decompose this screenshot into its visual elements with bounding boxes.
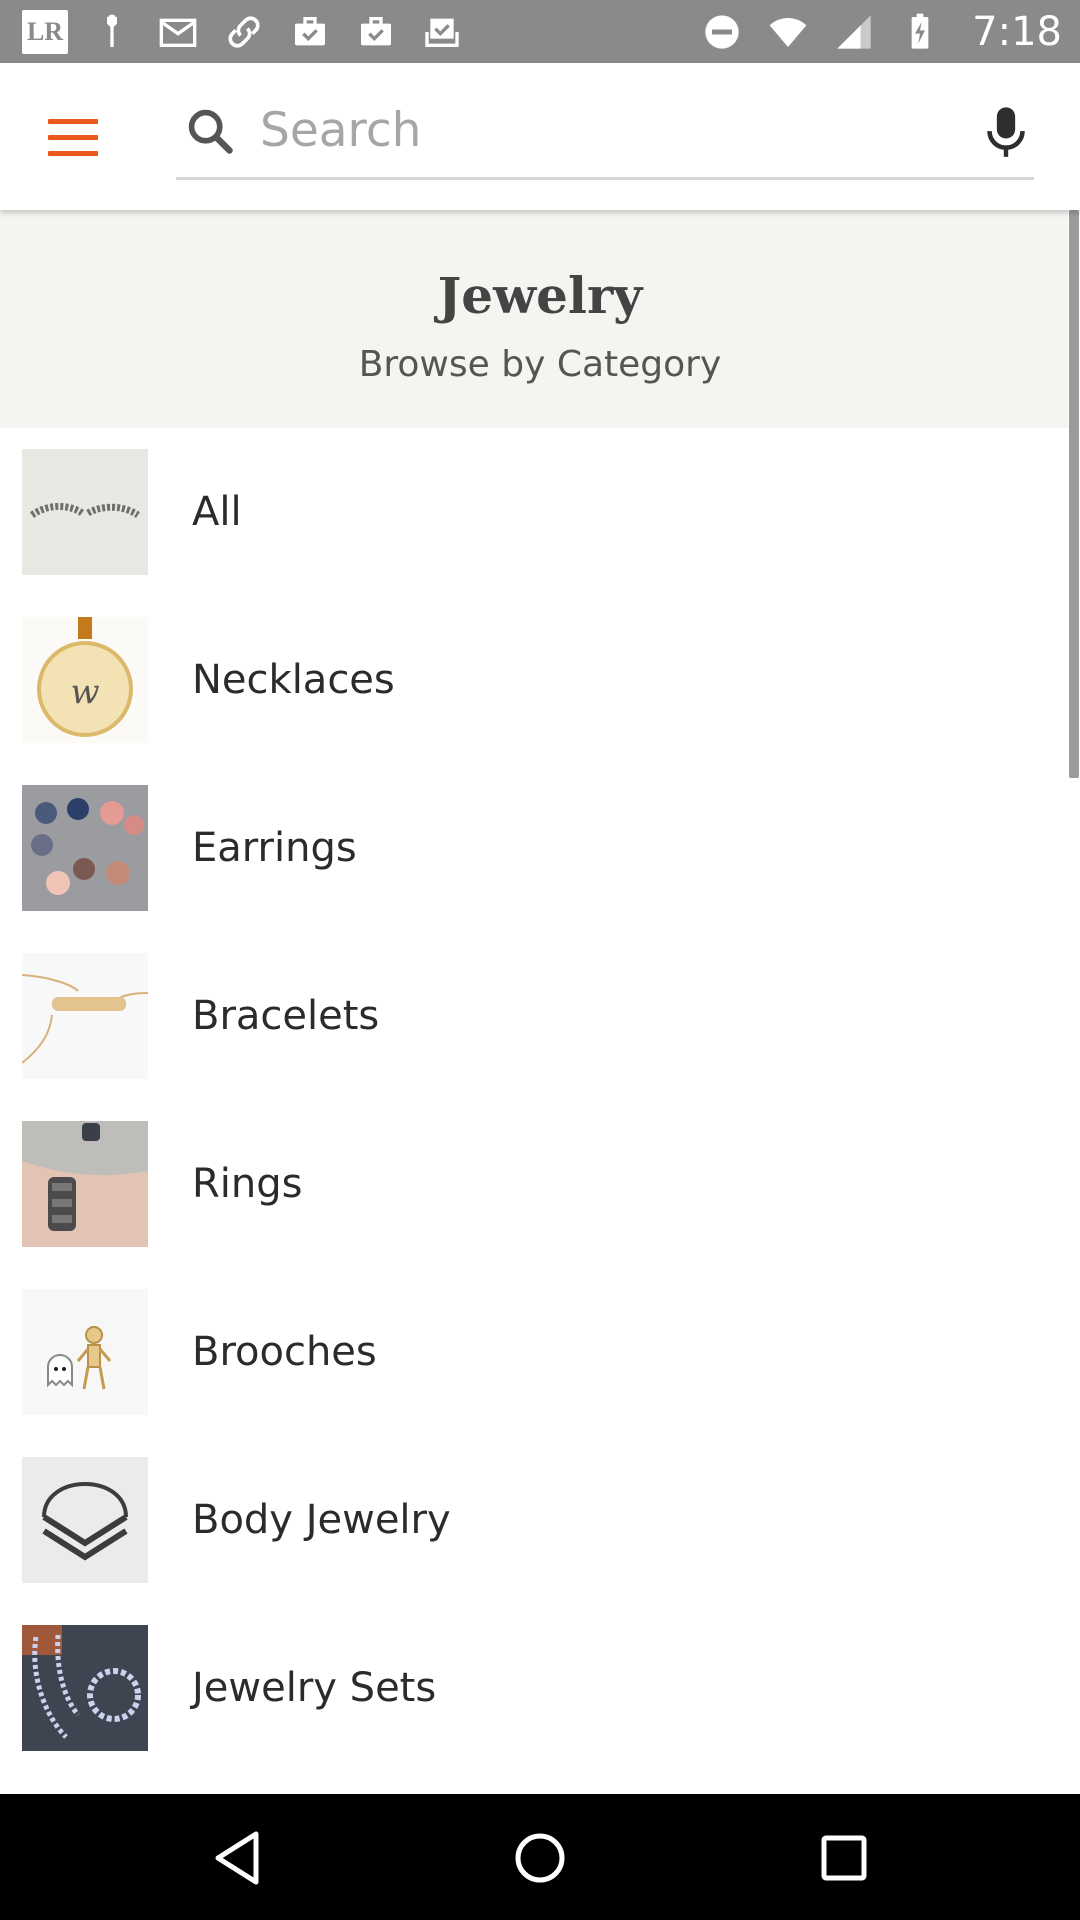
category-item-bracelets[interactable]: Bracelets (0, 932, 1068, 1100)
category-label: Earrings (192, 825, 357, 871)
gmail-icon (156, 12, 200, 52)
category-item-brooches[interactable]: Brooches (0, 1268, 1068, 1436)
battery-charging-icon (898, 12, 942, 52)
category-item-body-jewelry[interactable]: Body Jewelry (0, 1436, 1068, 1604)
category-label: Rings (192, 1161, 303, 1207)
category-thumbnail (22, 1289, 148, 1415)
back-icon[interactable] (206, 1826, 270, 1890)
clock: 7:18 (972, 8, 1062, 55)
notification-icon (90, 12, 134, 52)
app-bar (0, 63, 1080, 210)
status-bar: LR 7:18 (0, 0, 1080, 63)
svg-text:w: w (70, 672, 99, 712)
microphone-icon[interactable] (984, 105, 1028, 161)
briefcase-check-icon (288, 12, 332, 52)
category-list: All w Necklaces Earrings Bracelets Rings… (0, 428, 1068, 1772)
page-title: Jewelry (437, 266, 643, 325)
category-item-necklaces[interactable]: w Necklaces (0, 596, 1068, 764)
search-input[interactable] (260, 95, 920, 165)
category-item-all[interactable]: All (0, 428, 1068, 596)
navigation-bar (0, 1794, 1080, 1920)
category-thumbnail (22, 449, 148, 575)
briefcase-check-icon (354, 12, 398, 52)
category-item-earrings[interactable]: Earrings (0, 764, 1068, 932)
category-label: Body Jewelry (192, 1497, 451, 1543)
category-thumbnail (22, 785, 148, 911)
category-label: Brooches (192, 1329, 377, 1375)
category-thumbnail (22, 953, 148, 1079)
do-not-disturb-icon (700, 12, 744, 52)
wifi-icon (766, 12, 810, 52)
status-bar-system: 7:18 (700, 9, 1062, 55)
search-bar[interactable] (176, 83, 1034, 180)
category-label: All (192, 489, 242, 535)
scrollbar[interactable] (1069, 210, 1079, 778)
category-item-rings[interactable]: Rings (0, 1100, 1068, 1268)
category-thumbnail (22, 1121, 148, 1247)
inbox-check-icon (420, 12, 464, 52)
category-item-jewelry-sets[interactable]: Jewelry Sets (0, 1604, 1068, 1772)
category-thumbnail: w (22, 617, 148, 743)
category-label: Jewelry Sets (192, 1665, 437, 1711)
status-bar-notifications: LR (22, 9, 464, 54)
home-icon[interactable] (508, 1826, 572, 1890)
hamburger-menu-icon[interactable] (48, 119, 98, 157)
cellular-signal-icon (832, 12, 876, 52)
lr-app-icon: LR (22, 9, 68, 54)
category-label: Necklaces (192, 657, 395, 703)
category-header: Jewelry Browse by Category (0, 210, 1080, 428)
page-subtitle: Browse by Category (358, 344, 722, 385)
category-thumbnail (22, 1457, 148, 1583)
recents-icon[interactable] (812, 1826, 876, 1890)
category-thumbnail (22, 1625, 148, 1751)
link-icon (222, 12, 266, 52)
category-label: Bracelets (192, 993, 380, 1039)
search-icon (188, 109, 233, 154)
